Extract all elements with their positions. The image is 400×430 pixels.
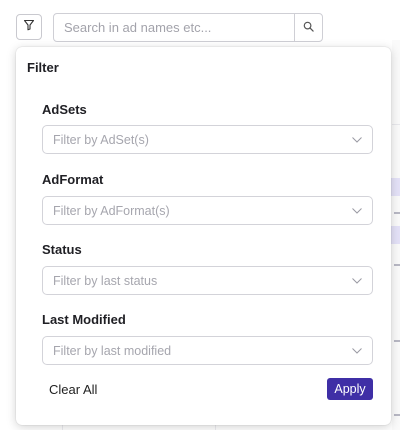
chevron-down-icon [352,277,362,284]
search-input[interactable] [54,14,294,41]
chevron-down-icon [352,347,362,354]
chevron-down-icon [352,136,362,143]
status-select[interactable]: Filter by last status [42,266,373,295]
adformat-select-placeholder: Filter by AdFormat(s) [53,203,170,218]
adsets-select-placeholder: Filter by AdSet(s) [53,132,149,147]
chevron-down-icon [352,207,362,214]
apply-button[interactable]: Apply [327,378,373,400]
popover-title: Filter [27,60,59,75]
last-modified-select-placeholder: Filter by last modified [53,343,172,358]
status-select-placeholder: Filter by last status [53,273,158,288]
adsets-label: AdSets [42,102,87,117]
background-row-marker [394,340,400,342]
search-box [53,13,323,42]
filter-popover: Filter AdSets Filter by AdSet(s) AdForma… [16,47,391,425]
filter-toggle-button[interactable] [16,14,42,40]
last-modified-select[interactable]: Filter by last modified [42,336,373,365]
background-row-marker [394,414,400,416]
status-label: Status [42,242,82,257]
adformat-select[interactable]: Filter by AdFormat(s) [42,196,373,225]
background-selected-row [390,178,400,196]
search-icon [303,19,314,37]
background-row-divider [392,124,400,125]
background-row-marker [394,264,400,266]
clear-all-button[interactable]: Clear All [49,382,97,397]
filter-funnel-icon [23,18,35,36]
search-button[interactable] [294,14,322,41]
background-selected-row [390,226,400,244]
adsets-select[interactable]: Filter by AdSet(s) [42,125,373,154]
adformat-label: AdFormat [42,172,104,187]
background-row-marker [394,212,400,214]
last-modified-label: Last Modified [42,312,126,327]
